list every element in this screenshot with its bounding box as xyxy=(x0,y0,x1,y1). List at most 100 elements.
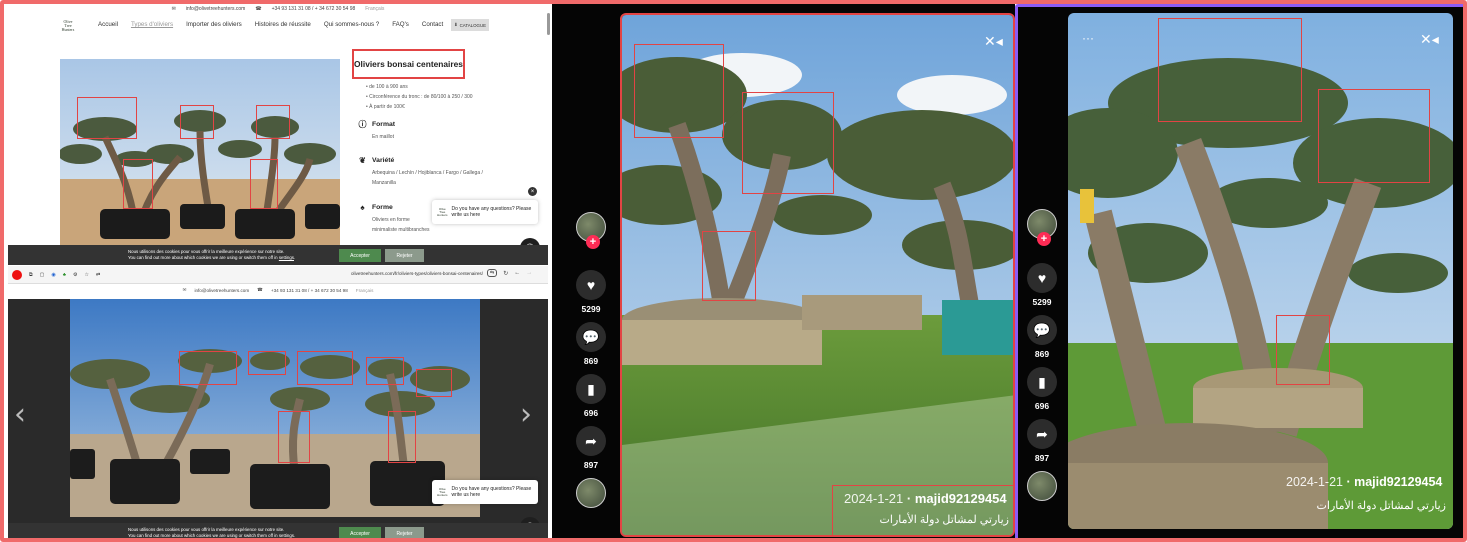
nav-histoires[interactable]: Histoires de réussite xyxy=(255,21,311,28)
cookie-banner: Nous utilisons des cookies pour vous off… xyxy=(8,523,548,538)
music-disc-avatar[interactable] xyxy=(576,478,606,508)
topbar-email[interactable]: info@olivetreehunters.com xyxy=(194,288,249,293)
chat-logo: Olive Tree Hunters xyxy=(437,205,448,219)
gallery-prev-button[interactable]: ‹ xyxy=(14,397,26,432)
more-options-icon[interactable]: ··· xyxy=(1082,31,1094,45)
catalogue-label: CATALOGUE xyxy=(459,22,487,28)
accept-cookies-button[interactable]: Accepter xyxy=(339,527,381,538)
heart-icon[interactable]: ♥ xyxy=(576,270,606,300)
nav-contact[interactable]: Contact xyxy=(422,21,443,28)
follow-plus-icon[interactable]: + xyxy=(1037,232,1051,246)
extension-icon[interactable]: ⧉ xyxy=(29,272,33,278)
phone-icon: ☎ xyxy=(255,5,262,12)
contact-topbar: ✉ info@olivetreehunters.com ☎ +34 93 131… xyxy=(4,4,552,13)
extension-icon[interactable]: ▢ xyxy=(40,272,45,278)
screenshot-frame: ✉ info@olivetreehunters.com ☎ +34 93 131… xyxy=(0,0,1467,542)
share-icon[interactable]: ➦ xyxy=(1027,419,1057,449)
tab-count-icon[interactable]: ⇆ xyxy=(487,269,498,277)
address-bar[interactable]: olivetreehunters.com/fr/oliviers-types/o… xyxy=(351,271,483,276)
reject-cookies-button[interactable]: Rejeter xyxy=(385,527,424,538)
chat-bubble[interactable]: Olive Tree Hunters Do you have any quest… xyxy=(432,480,538,504)
highlight-box xyxy=(123,159,153,209)
music-disc-avatar[interactable] xyxy=(1027,471,1057,501)
spec-forme: ♠ Forme xyxy=(358,203,393,212)
accept-cookies-button[interactable]: Accepter xyxy=(339,249,381,262)
logo-line: Hunters xyxy=(437,212,448,217)
tiktok-action-bar: + ♥ 5299 💬 869 ▮ 696 ➦ 897 xyxy=(1022,209,1062,501)
username: majid92129454 xyxy=(914,491,1007,506)
olive-trees-photo xyxy=(60,59,340,245)
share-icon[interactable]: ➦ xyxy=(576,426,606,456)
cookie-text: Nous utilisons des cookies pour vous off… xyxy=(128,527,296,538)
bookmark-icon[interactable]: ▮ xyxy=(576,374,606,404)
video-caption: زيارتي لمشاتل دولة الأمارات xyxy=(879,514,1009,526)
extension-icon[interactable]: ♣ xyxy=(63,272,66,278)
cookie-settings-link[interactable]: settings xyxy=(279,533,294,538)
heart-icon[interactable]: ♥ xyxy=(1027,263,1057,293)
post-date: 2024-1-21 xyxy=(1286,475,1343,489)
nav-qui-sommes-nous[interactable]: Qui sommes-nous ? xyxy=(324,21,379,28)
comment-icon[interactable]: 💬 xyxy=(576,322,606,352)
extension-icon[interactable]: ◉ xyxy=(51,272,55,278)
video-author[interactable]: 2024-1-21 · majid92129454 xyxy=(1286,475,1442,489)
avatar[interactable]: + xyxy=(576,212,606,249)
bullet-item: Circonférence du tronc : de 80/100 à 250… xyxy=(366,92,472,102)
tiktok-video-2[interactable]: ··· ✕◂ 2024-1-21 · majid92129454 زيارتي … xyxy=(1068,13,1453,529)
spec-variete-value: Arbequina / Lechín / Hojiblanca / Fargo … xyxy=(372,170,483,186)
cookie-settings-link[interactable]: settings xyxy=(279,255,294,260)
tiktok-panel-1: + ♥ 5299 💬 869 ▮ 696 ➦ 897 ✕◂ 2024-1-21 … xyxy=(552,4,1015,538)
settings-icon[interactable]: ⚙ xyxy=(73,272,77,278)
chat-text: Do you have any questions? Please write … xyxy=(451,486,532,498)
back-icon[interactable]: ← xyxy=(514,270,520,276)
topbar-phones[interactable]: +34 93 131 31 08 / + 34 672 30 54 98 xyxy=(271,288,348,293)
bullet-item: À partir de 100€ xyxy=(366,102,473,112)
spec-label: Variété xyxy=(372,157,395,164)
close-icon[interactable]: × xyxy=(528,187,537,196)
comment-icon[interactable]: 💬 xyxy=(1027,315,1057,345)
catalogue-button[interactable]: ⬇ CATALOGUE xyxy=(451,19,489,31)
nav-faqs[interactable]: FAQ's xyxy=(392,21,409,28)
bookmark-icon[interactable]: ▮ xyxy=(1027,367,1057,397)
comments-count: 869 xyxy=(1034,349,1050,359)
extension-icons: ⧉ ▢ ◉ ♣ ⚙ ☆ ⇄ xyxy=(12,270,100,280)
avatar[interactable]: + xyxy=(1027,209,1057,246)
mute-icon[interactable]: ✕◂ xyxy=(1420,31,1439,48)
topbar-phones[interactable]: +34 93 131 31 08 / + 34 672 30 54 98 xyxy=(272,6,356,12)
highlight-box xyxy=(1158,18,1302,122)
spec-variete: ❦ Variété xyxy=(358,156,394,165)
topbar-lang[interactable]: Français xyxy=(365,6,384,12)
star-icon[interactable]: ☆ xyxy=(84,272,88,278)
site-logo[interactable]: Olive Tree Hunters xyxy=(60,17,76,35)
olive-nursery-photo xyxy=(70,299,480,517)
shares-count: 897 xyxy=(1034,453,1050,463)
follow-plus-icon[interactable]: + xyxy=(586,235,600,249)
nav-types-oliviers[interactable]: Types d'oliviers xyxy=(131,21,173,28)
spec-label: Forme xyxy=(372,204,393,211)
cookie-line: You can find out more about which cookie… xyxy=(128,255,278,260)
leaf-icon: ❦ xyxy=(359,156,366,165)
likes-count: 5299 xyxy=(1032,297,1052,307)
forward-icon[interactable]: → xyxy=(526,270,532,276)
topbar-lang[interactable]: Français xyxy=(356,288,374,293)
contact-topbar-2: ✉ info@olivetreehunters.com ☎ +34 93 131… xyxy=(8,285,548,295)
highlight-box xyxy=(388,411,416,463)
highlight-box xyxy=(702,231,756,301)
download-icon: ⬇ xyxy=(453,22,458,27)
highlight-box xyxy=(248,351,286,375)
video-author[interactable]: 2024-1-21 · majid92129454 xyxy=(844,491,1007,506)
username: majid92129454 xyxy=(1354,475,1443,489)
chat-bubble[interactable]: Olive Tree Hunters Do you have any quest… xyxy=(432,200,538,224)
nav-accueil[interactable]: Accueil xyxy=(98,21,118,28)
info-icon: ⓘ xyxy=(358,120,367,129)
topbar-email[interactable]: info@olivetreehunters.com xyxy=(186,6,246,12)
translate-icon[interactable]: ⇄ xyxy=(96,272,100,278)
record-icon[interactable] xyxy=(12,270,22,280)
tiktok-video-1[interactable]: ✕◂ 2024-1-21 · majid92129454 زيارتي لمشا… xyxy=(620,13,1015,537)
gallery-next-button[interactable]: › xyxy=(520,397,532,432)
reject-cookies-button[interactable]: Rejeter xyxy=(385,249,424,262)
mute-icon[interactable]: ✕◂ xyxy=(984,33,1003,50)
scrollbar[interactable] xyxy=(547,13,550,35)
nav-importer[interactable]: Importer des oliviers xyxy=(186,21,242,28)
reload-icon[interactable]: ↻ xyxy=(503,270,508,277)
browser-toolbar: ⧉ ▢ ◉ ♣ ⚙ ☆ ⇄ olivetreehunters.com/fr/ol… xyxy=(8,266,548,284)
